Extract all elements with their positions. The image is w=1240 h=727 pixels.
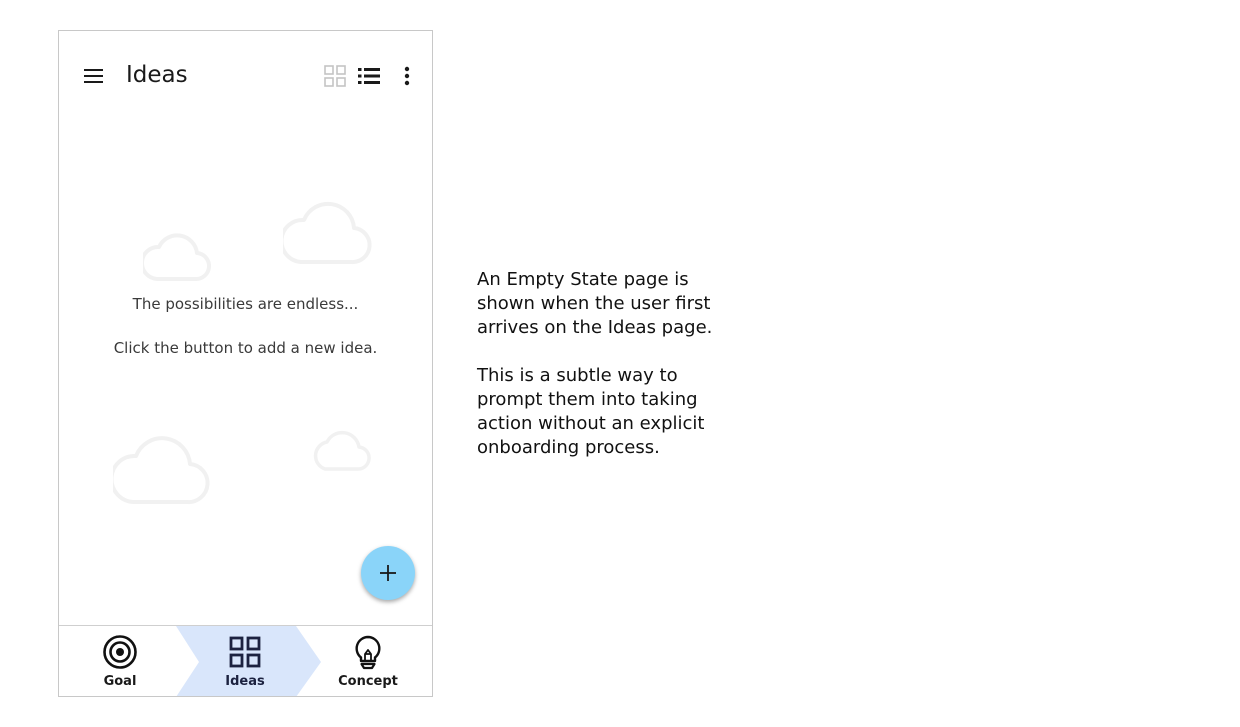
phone-frame: Ideas The possibilities are endless... C… — [58, 30, 433, 697]
cloud-icon — [143, 233, 211, 282]
nav-item-goal[interactable]: Goal — [65, 626, 175, 696]
list-view-icon[interactable] — [358, 67, 380, 85]
annotation-paragraph-2: This is a subtle way to prompt them into… — [477, 365, 705, 458]
nav-label-ideas: Ideas — [225, 674, 265, 689]
nav-label-goal: Goal — [103, 674, 137, 689]
target-icon — [103, 635, 137, 669]
more-vert-icon[interactable] — [402, 66, 412, 86]
menu-icon[interactable] — [83, 68, 105, 86]
annotation-paragraph-1: An Empty State page is shown when the us… — [477, 269, 713, 338]
cloud-icon — [283, 201, 372, 265]
lightbulb-icon — [355, 635, 381, 670]
add-idea-button[interactable] — [361, 546, 415, 600]
bottom-nav: Goal Ideas Concept — [59, 625, 432, 696]
plus-icon — [380, 565, 396, 581]
app-bar: Ideas — [59, 31, 432, 121]
cloud-icon — [313, 430, 371, 471]
nav-label-concept: Concept — [338, 674, 398, 689]
cloud-icon — [113, 436, 210, 505]
grid-view-icon[interactable] — [324, 65, 346, 87]
grid-icon — [229, 636, 261, 668]
annotation-text: An Empty State page is shown when the us… — [477, 268, 737, 484]
empty-state-message: The possibilities are endless... — [132, 295, 359, 313]
page-title: Ideas — [126, 62, 188, 88]
nav-item-concept[interactable]: Concept — [313, 626, 423, 696]
empty-state-hint: Click the button to add a new idea. — [113, 339, 378, 357]
nav-item-ideas[interactable]: Ideas — [190, 626, 300, 696]
